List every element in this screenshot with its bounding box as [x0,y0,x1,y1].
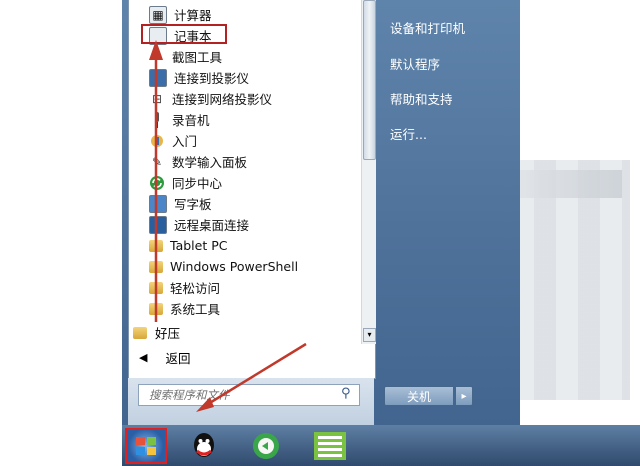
annotation-arrows [149,40,307,412]
